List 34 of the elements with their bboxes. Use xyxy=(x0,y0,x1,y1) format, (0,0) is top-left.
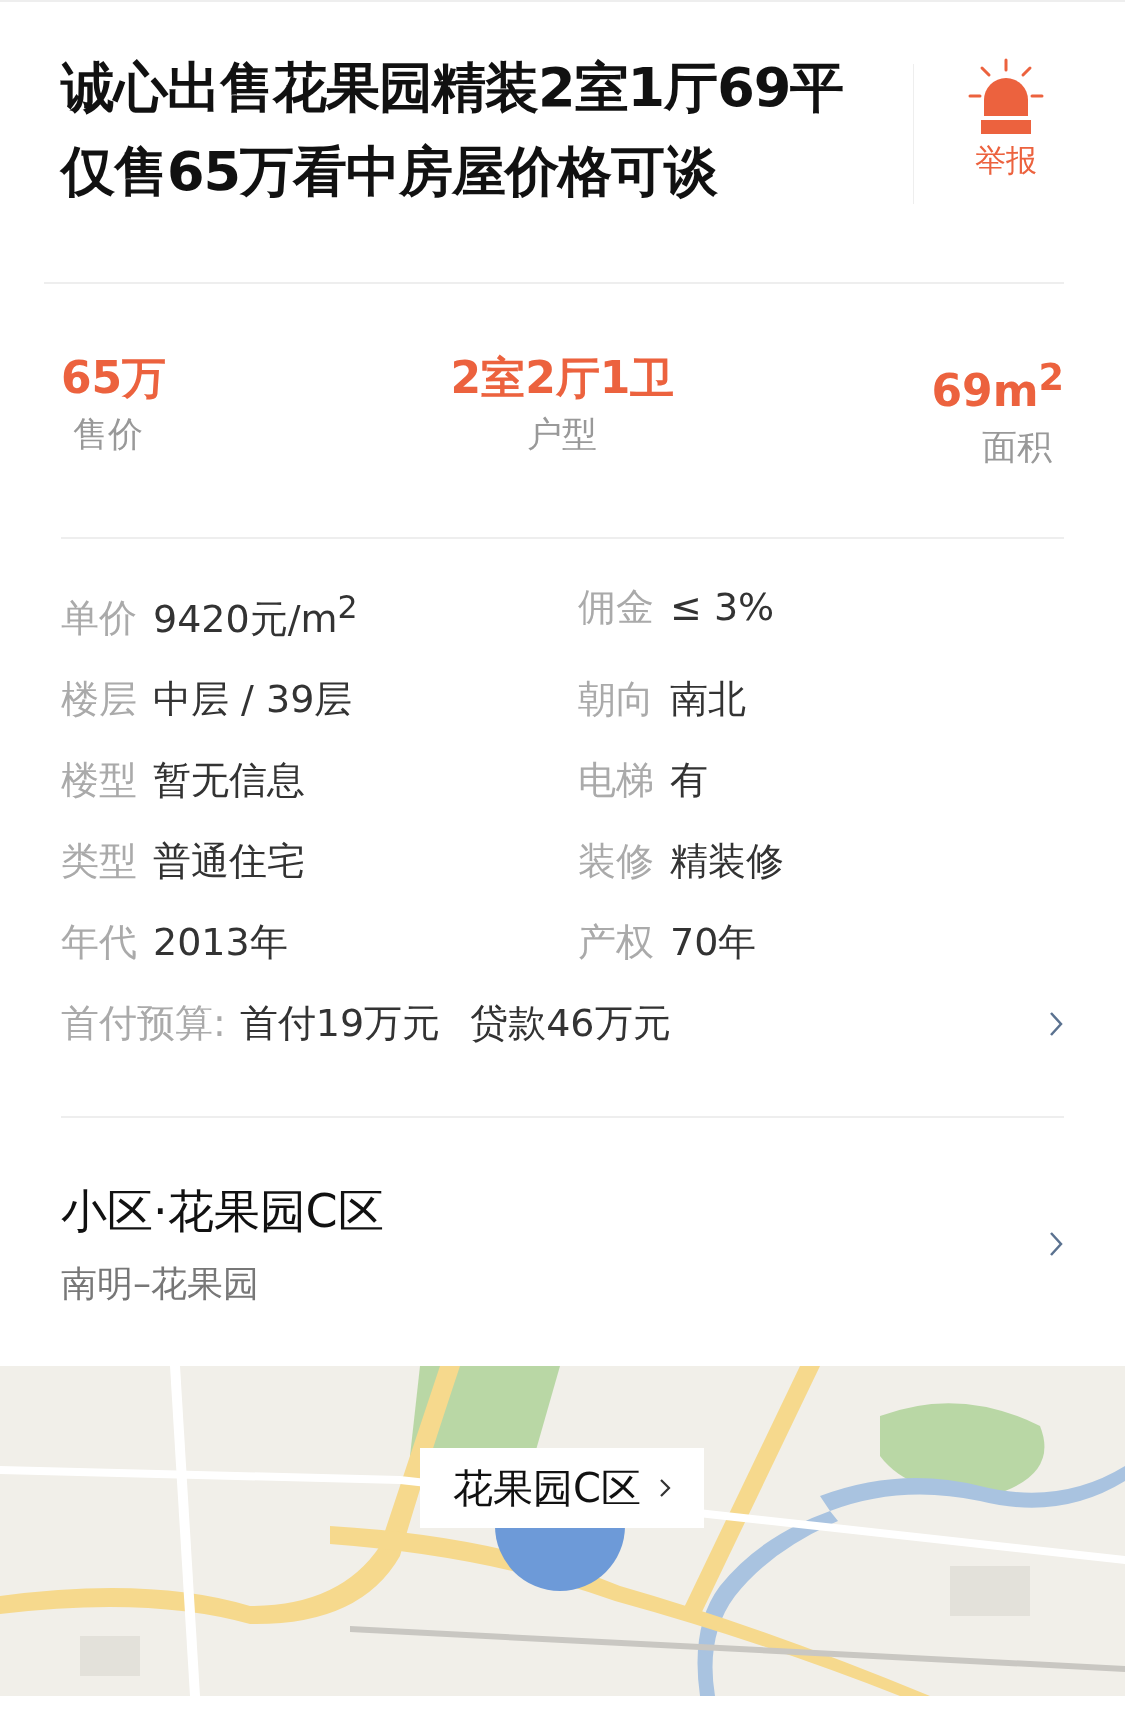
listing-title: 诚心出售花果园精装2室1厅69平仅售65万看中房屋价格可谈 xyxy=(61,55,845,205)
detail-value: 70年 xyxy=(670,919,757,967)
detail-value: 9420元/m$^{2}$ xyxy=(153,587,358,643)
community-area: 南明–花果园 xyxy=(61,1258,1048,1311)
chevron-right-icon xyxy=(658,1478,671,1499)
stat-label: 面积 xyxy=(981,425,1053,469)
detail-value: 南北 xyxy=(670,676,746,724)
detail-label: 类型 xyxy=(61,838,137,886)
loan-value: 贷款46万元 xyxy=(470,1000,672,1048)
stat-value: 65万 xyxy=(61,351,167,405)
detail-label: 楼层 xyxy=(61,676,137,724)
detail-value: 普通住宅 xyxy=(153,838,305,886)
detail-value: 暂无信息 xyxy=(153,757,305,805)
stat-value: 69m$^{2}$ xyxy=(931,355,1064,418)
stat-label: 售价 xyxy=(72,413,144,456)
stat-value: 2室2厅1卫 xyxy=(450,351,675,405)
detail-value: ≤ 3% xyxy=(670,583,775,631)
detail-value: 精装修 xyxy=(670,838,784,886)
detail-value: 2013年 xyxy=(153,919,288,967)
detail-label: 楼型 xyxy=(61,757,137,805)
down-payment-value: 首付19万元 xyxy=(239,1000,441,1048)
detail-label: 装修 xyxy=(578,838,654,886)
detail-label: 朝向 xyxy=(578,676,654,724)
detail-value: 中层 / 39层 xyxy=(153,676,353,724)
community-name[interactable]: 小区·花果园C区 xyxy=(61,1178,1048,1245)
detail-label: 电梯 xyxy=(578,757,654,805)
budget-label: 首付预算: xyxy=(61,1000,226,1048)
detail-label: 佣金 xyxy=(578,583,654,631)
detail-label: 单价 xyxy=(61,595,137,643)
stat-label: 户型 xyxy=(526,413,599,456)
detail-value: 有 xyxy=(670,757,708,805)
detail-label: 产权 xyxy=(578,919,654,967)
map-callout[interactable]: 花果园C区 xyxy=(420,1448,704,1529)
detail-label: 年代 xyxy=(61,919,137,967)
